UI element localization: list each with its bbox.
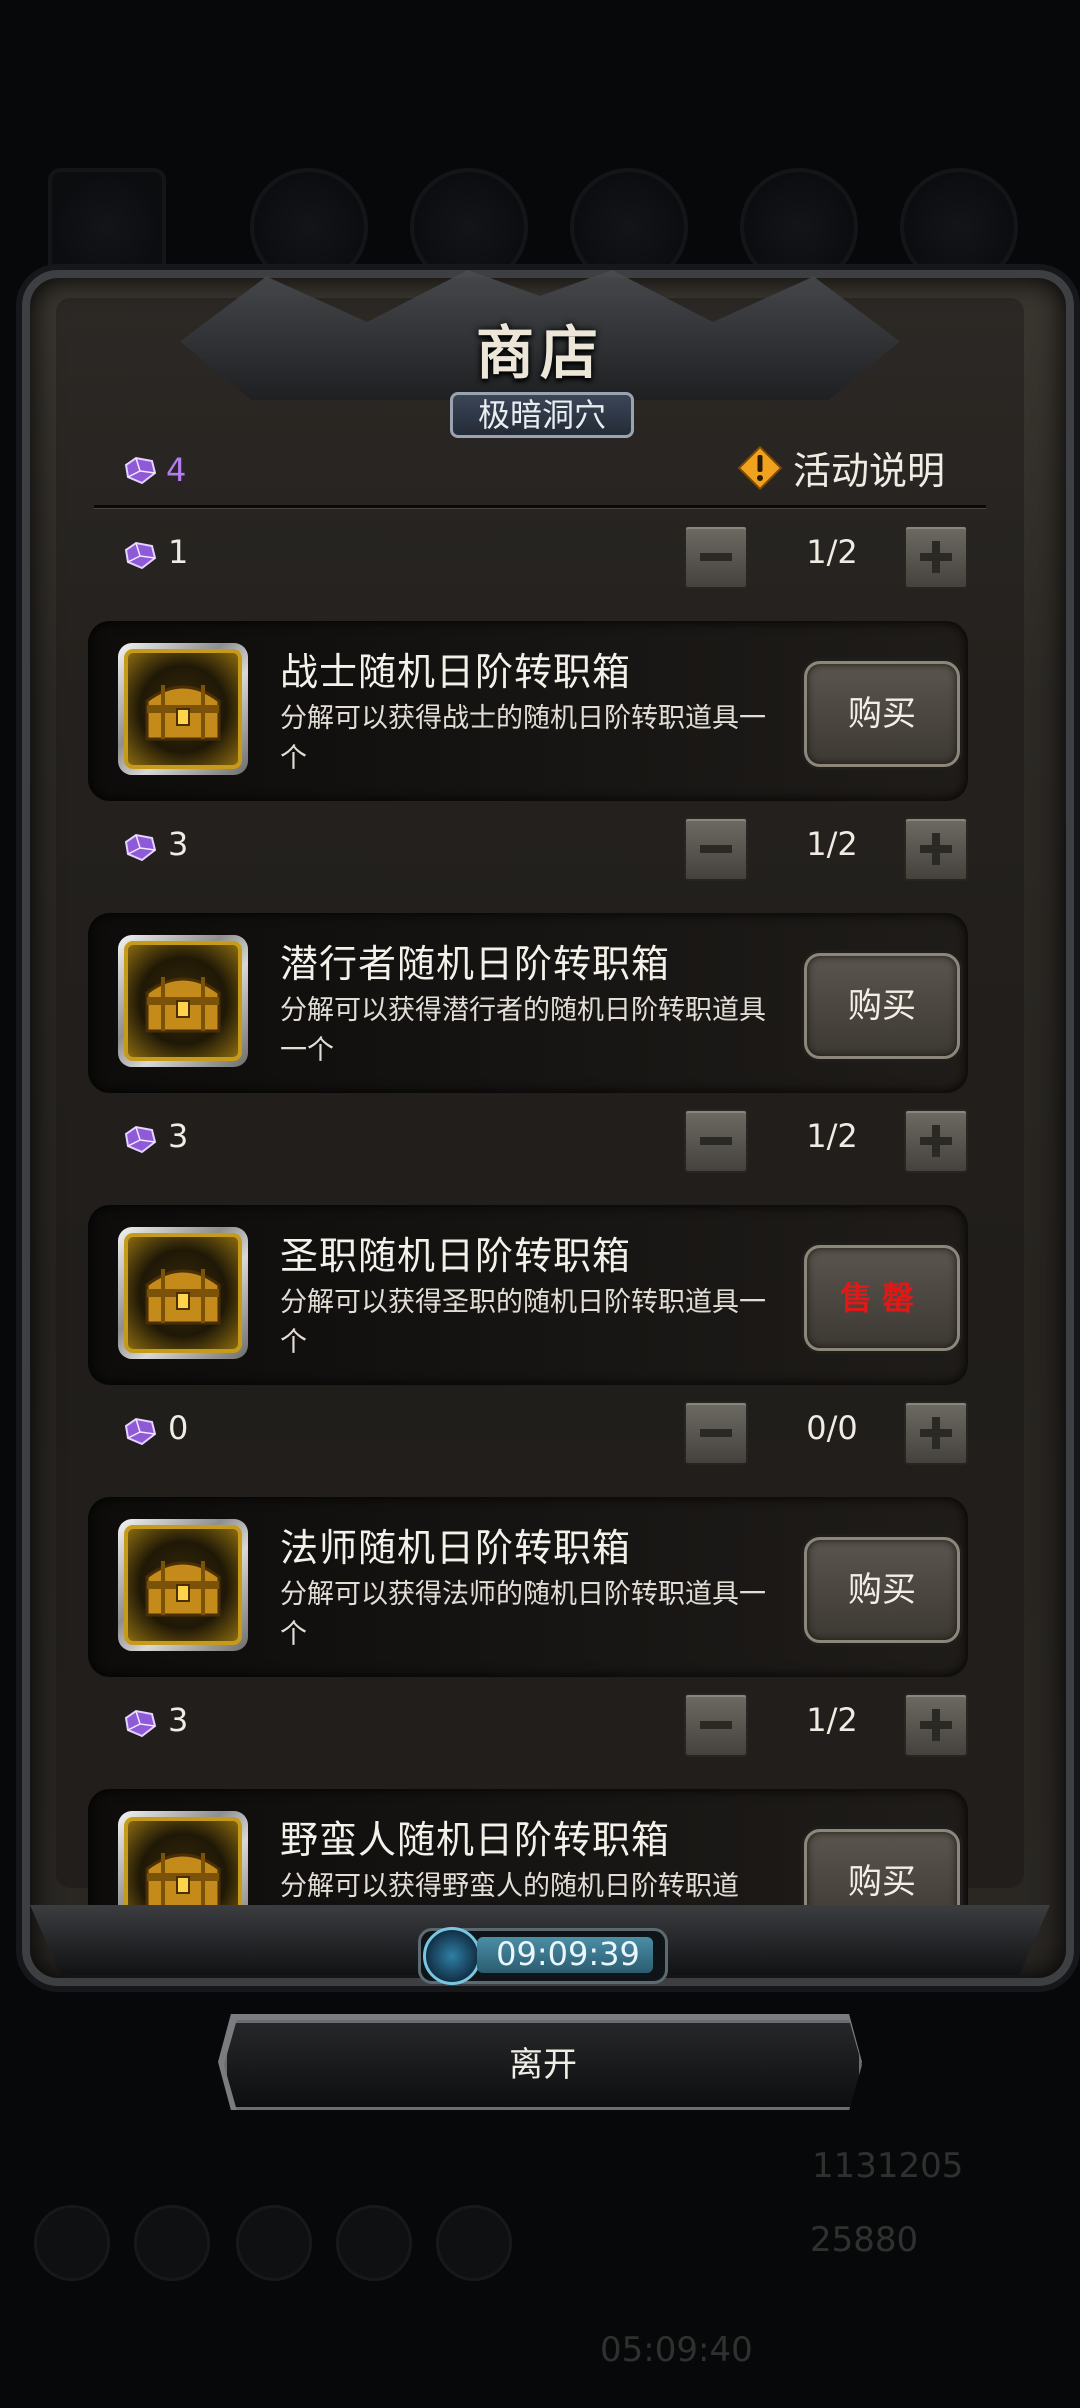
shop-item-list[interactable]: 1 1/2 战士随机日阶转职箱 分解可以获得战士的随机日阶转职道具一个 购买 3… — [0, 515, 1080, 1905]
item-card: 圣职随机日阶转职箱 分解可以获得圣职的随机日阶转职道具一个 售罄 — [88, 1205, 968, 1385]
shop-subtitle: 极暗洞穴 — [450, 392, 634, 438]
item-price: 3 — [168, 1117, 189, 1155]
increase-quantity-button[interactable] — [904, 1401, 968, 1465]
treasure-chest-icon — [118, 1227, 248, 1359]
currency-count: 4 — [166, 451, 187, 489]
item-name: 战士随机日阶转职箱 — [280, 650, 632, 694]
item-price: 3 — [168, 825, 189, 863]
background-timer: 05:09:40 — [600, 2330, 753, 2370]
minus-icon — [700, 1429, 732, 1437]
item-name: 法师随机日阶转职箱 — [280, 1526, 632, 1570]
event-info-label: 活动说明 — [792, 449, 945, 493]
item-description: 分解可以获得圣职的随机日阶转职道具一个 — [280, 1287, 766, 1358]
minus-icon — [700, 1137, 732, 1145]
item-quantity: 1/2 — [806, 533, 858, 571]
gem-icon — [122, 455, 158, 485]
buy-button[interactable]: 购买 — [804, 1537, 960, 1643]
treasure-chest-icon — [118, 935, 248, 1067]
buy-button[interactable]: 购买 — [804, 1829, 960, 1905]
background-slot-icon — [900, 168, 1018, 286]
item-quantity: 1/2 — [806, 1117, 858, 1155]
leave-button[interactable]: 离开 — [224, 2020, 862, 2110]
decrease-quantity-button[interactable] — [684, 817, 748, 881]
item-quantity: 1/2 — [806, 1701, 858, 1739]
background-slot-icon — [570, 168, 688, 286]
gem-icon — [122, 540, 158, 570]
increase-quantity-button[interactable] — [904, 817, 968, 881]
decrease-quantity-button[interactable] — [684, 1109, 748, 1173]
gem-icon — [122, 1416, 158, 1446]
item-card: 战士随机日阶转职箱 分解可以获得战士的随机日阶转职道具一个 购买 — [88, 621, 968, 801]
item-name: 圣职随机日阶转职箱 — [280, 1234, 632, 1278]
gem-icon — [122, 832, 158, 862]
plus-icon — [920, 1417, 952, 1449]
background-slot-icon — [48, 168, 166, 286]
background-hud-bottom: 05:09:40 1131205 25880 — [0, 2120, 1080, 2408]
shop-title: 商店 — [475, 319, 604, 387]
treasure-chest-icon — [118, 643, 248, 775]
buy-button[interactable]: 购买 — [804, 661, 960, 767]
background-slot-icon — [740, 168, 858, 286]
item-price: 1 — [168, 533, 189, 571]
plus-icon — [920, 1709, 952, 1741]
background-menu-icon — [134, 2205, 210, 2281]
item-name: 潜行者随机日阶转职箱 — [280, 942, 671, 986]
plus-icon — [920, 1125, 952, 1157]
decrease-quantity-button[interactable] — [684, 1693, 748, 1757]
increase-quantity-button[interactable] — [904, 1693, 968, 1757]
background-menu-icon — [336, 2205, 412, 2281]
shop-timer: 09:09:39 — [418, 1927, 668, 1985]
background-slot-icon — [410, 168, 528, 286]
item-description: 分解可以获得法师的随机日阶转职道具一个 — [280, 1579, 766, 1650]
item-card: 野蛮人随机日阶转职箱 分解可以获得野蛮人的随机日阶转职道 购买 — [88, 1789, 968, 1905]
increase-quantity-button[interactable] — [904, 525, 968, 589]
sold-out-button[interactable]: 售罄 — [804, 1245, 960, 1351]
background-gold: 1131205 — [812, 2146, 964, 2186]
item-card: 法师随机日阶转职箱 分解可以获得法师的随机日阶转职道具一个 购买 — [88, 1497, 968, 1677]
header-divider — [94, 505, 986, 508]
warning-icon — [737, 445, 783, 490]
item-price: 3 — [168, 1701, 189, 1739]
background-slot-icon — [250, 168, 368, 286]
price-row: 3 1/2 — [122, 1693, 968, 1757]
item-quantity: 0/0 — [806, 1409, 858, 1447]
background-menu-icon — [236, 2205, 312, 2281]
plus-icon — [920, 833, 952, 865]
item-price: 0 — [168, 1409, 189, 1447]
event-info-button[interactable]: 活动说明 — [737, 440, 945, 495]
item-description: 分解可以获得战士的随机日阶转职道具一个 — [280, 703, 766, 774]
item-card: 潜行者随机日阶转职箱 分解可以获得潜行者的随机日阶转职道具一个 购买 — [88, 913, 968, 1093]
decrease-quantity-button[interactable] — [684, 1401, 748, 1465]
decrease-quantity-button[interactable] — [684, 525, 748, 589]
price-row: 1 1/2 — [122, 525, 968, 589]
background-menu-icon — [436, 2205, 512, 2281]
item-description: 分解可以获得潜行者的随机日阶转职道具一个 — [280, 995, 766, 1066]
treasure-chest-icon — [118, 1519, 248, 1651]
background-gems: 25880 — [810, 2220, 919, 2260]
price-row: 0 0/0 — [122, 1401, 968, 1465]
buy-button[interactable]: 购买 — [804, 953, 960, 1059]
minus-icon — [700, 1721, 732, 1729]
plus-icon — [920, 541, 952, 573]
price-row: 3 1/2 — [122, 1109, 968, 1173]
item-name: 野蛮人随机日阶转职箱 — [280, 1818, 671, 1862]
currency-display: 4 — [122, 446, 186, 494]
item-quantity: 1/2 — [806, 825, 858, 863]
increase-quantity-button[interactable] — [904, 1109, 968, 1173]
minus-icon — [700, 553, 732, 561]
gem-icon — [122, 1708, 158, 1738]
treasure-chest-icon — [118, 1811, 248, 1905]
background-menu-icon — [34, 2205, 110, 2281]
item-description: 分解可以获得野蛮人的随机日阶转职道 — [280, 1871, 739, 1902]
gem-icon — [122, 1124, 158, 1154]
price-row: 3 1/2 — [122, 817, 968, 881]
minus-icon — [700, 845, 732, 853]
clock-icon — [423, 1927, 481, 1985]
timer-text: 09:09:39 — [496, 1935, 640, 1973]
